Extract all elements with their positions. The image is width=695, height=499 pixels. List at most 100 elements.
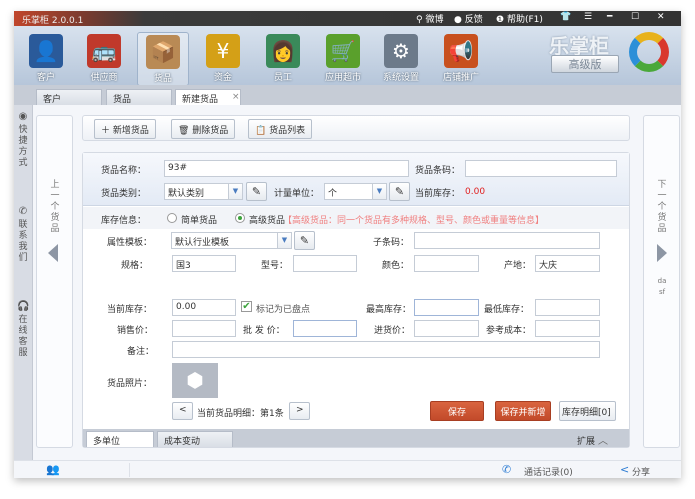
cost-input[interactable] [535, 320, 600, 337]
color-input[interactable] [414, 255, 479, 272]
minimize-button[interactable]: ━ [607, 12, 612, 22]
chevron-up-icon[interactable]: ︿ [598, 432, 608, 447]
skin-icon[interactable]: 👕 [560, 12, 571, 22]
max-stock-label: 最高库存： [366, 305, 412, 315]
detail-text: 当前货品明细：第1条 [197, 409, 284, 419]
status-bar: 👥 ✆ 通话记录(0) < 分享 [14, 460, 681, 478]
share-link[interactable]: 分享 [632, 465, 650, 478]
origin-label: 产地： [504, 261, 532, 271]
spec-input[interactable]: 国3 [172, 255, 236, 272]
template-input[interactable]: 默认行业模板 [171, 232, 278, 249]
toolbar-item-label: 供应商 [90, 73, 118, 83]
gear-icon: ⚙ [384, 34, 418, 68]
sale-price-input[interactable] [172, 320, 236, 337]
item-name-input[interactable]: 93# [164, 160, 409, 177]
template-dropdown-icon[interactable]: ▼ [277, 232, 292, 249]
unit-label: 计量单位： [274, 189, 320, 199]
checked-label: 标记为已盘点 [256, 305, 311, 315]
call-log-link[interactable]: 通话记录(0) [524, 465, 573, 478]
bottom-tab-cost-change[interactable]: 成本变动 [157, 431, 233, 447]
current-stock-input[interactable]: 0.00 [172, 299, 236, 316]
help-link[interactable]: ❶ 帮助(F1) [496, 12, 543, 25]
feedback-link[interactable]: ● 反馈 [454, 12, 483, 25]
share-icon: < [620, 463, 630, 476]
subcode-input[interactable] [414, 232, 600, 249]
toolbar-item-customer[interactable]: 👤 客户 [20, 32, 72, 86]
weibo-link[interactable]: ⚲ 微博 [416, 12, 443, 25]
spec-label: 规格： [121, 261, 149, 271]
max-stock-input[interactable] [414, 299, 479, 316]
bottom-tab-multi-unit[interactable]: 多单位 [86, 431, 154, 447]
bus-icon: 🚌 [87, 34, 121, 68]
tab-label: 新建货品 [182, 95, 219, 105]
arrow-right-icon [657, 244, 667, 262]
sidebar-item-2[interactable]: 在线客服 [17, 315, 29, 359]
toolbar-item-money-bag[interactable]: ¥ 资金 [197, 32, 249, 86]
maximize-button[interactable]: ☐ [631, 12, 639, 22]
item-name-label: 货品名称： [101, 166, 147, 176]
barcode-input[interactable] [465, 160, 617, 177]
unit-dropdown-icon[interactable]: ▼ [372, 183, 387, 200]
photo-placeholder-icon[interactable]: ⬢ [172, 363, 218, 398]
purchase-price-input[interactable] [414, 320, 479, 337]
min-stock-input[interactable] [535, 299, 600, 316]
next-detail-button[interactable]: > [289, 402, 310, 420]
customer-icon: 👤 [29, 34, 63, 68]
expand-button[interactable]: 扩展 [577, 434, 595, 447]
toolbar-item-label: 应用超市 [324, 73, 361, 83]
cart-icon: 🛒 [326, 34, 360, 68]
staff-icon: 👩 [266, 34, 300, 68]
note-input[interactable] [172, 341, 600, 358]
menu-icon[interactable]: ☰ [584, 12, 592, 22]
category-edit-button[interactable]: ✎ [246, 182, 267, 201]
toolbar-item-gear[interactable]: ⚙ 系统设置 [375, 32, 427, 86]
contacts-icon[interactable]: 👥 [46, 463, 60, 476]
shortcut-icon: ◉ [18, 111, 28, 122]
close-button[interactable]: ✕ [657, 12, 665, 22]
delete-item-button[interactable]: 🗑 删除货品 [171, 119, 236, 139]
toolbar-item-bus[interactable]: 🚌 供应商 [78, 32, 130, 86]
model-input[interactable] [293, 255, 357, 272]
add-item-button[interactable]: ＋ 新增货品 [94, 119, 156, 139]
toolbar-item-megaphone[interactable]: 📢 店铺推广 [435, 32, 487, 86]
purchase-price-label: 进货价： [374, 326, 411, 336]
item-form: 货品名称： 93# 货品条码： 货品类别： 默认类别 ▼ ✎ 计量单位：个 ▼ ✎ 当前库存： 0.0… [82, 152, 630, 448]
title-bar: 乐掌柜 2.0.0.1 ⚲ 微博 ● 反馈 ❶ 帮助(F1) 👕 ☰ ━ ☐ ✕ [14, 11, 681, 26]
checked-checkbox[interactable]: ✔ [241, 301, 252, 312]
origin-input[interactable]: 大庆 [535, 255, 600, 272]
toolbar-item-box[interactable]: 📦 货品 [137, 32, 189, 86]
unit-edit-button[interactable]: ✎ [389, 182, 410, 201]
advanced-radio[interactable] [235, 213, 245, 223]
stock-info-label: 库存信息： [101, 216, 147, 226]
wholesale-price-input[interactable] [293, 320, 357, 337]
sidebar-item-0[interactable]: 快捷方式 [17, 125, 29, 169]
brand-logo: 乐掌柜 高级版 [549, 30, 673, 82]
simple-radio[interactable] [167, 213, 177, 223]
tab-0[interactable]: 客户 [36, 89, 102, 105]
box-icon: 📦 [146, 35, 180, 69]
unit-input[interactable]: 个 [324, 183, 373, 200]
close-tab-icon[interactable]: × [232, 92, 240, 102]
category-label: 货品类别： [101, 189, 147, 199]
save-button[interactable]: 保存 [430, 401, 484, 421]
prev-detail-button[interactable]: < [172, 402, 193, 420]
next-item-panel[interactable]: 下一个货品 dasf [643, 115, 680, 448]
tab-1[interactable]: 货品 [106, 89, 172, 105]
arrow-left-icon [48, 244, 58, 262]
category-input[interactable]: 默认类别 [164, 183, 229, 200]
template-edit-button[interactable]: ✎ [294, 231, 315, 250]
tab-2[interactable]: 新建货品 × [175, 89, 241, 105]
sidebar-item-1[interactable]: 联系我们 [17, 220, 29, 264]
wholesale-price-label: 批 发 价： [243, 326, 285, 336]
item-list-button[interactable]: 📋 货品列表 [248, 119, 313, 139]
item-list-label: 货品列表 [269, 126, 306, 136]
category-dropdown-icon[interactable]: ▼ [228, 183, 243, 200]
stock-detail-button[interactable]: 库存明细[0] [559, 401, 616, 421]
save-new-button[interactable]: 保存并新增 [495, 401, 551, 421]
toolbar-item-cart[interactable]: 🛒 应用超市 [317, 32, 369, 86]
stock-value: 0.00 [465, 187, 486, 197]
toolbar-item-staff[interactable]: 👩 员工 [257, 32, 309, 86]
money-bag-icon: ¥ [206, 34, 240, 68]
advanced-hint: 【高级货品：同一个货品有多种规格、型号、颜色或重量等信息】 [283, 216, 545, 226]
prev-item-panel[interactable]: 上一个货品 [36, 115, 73, 448]
